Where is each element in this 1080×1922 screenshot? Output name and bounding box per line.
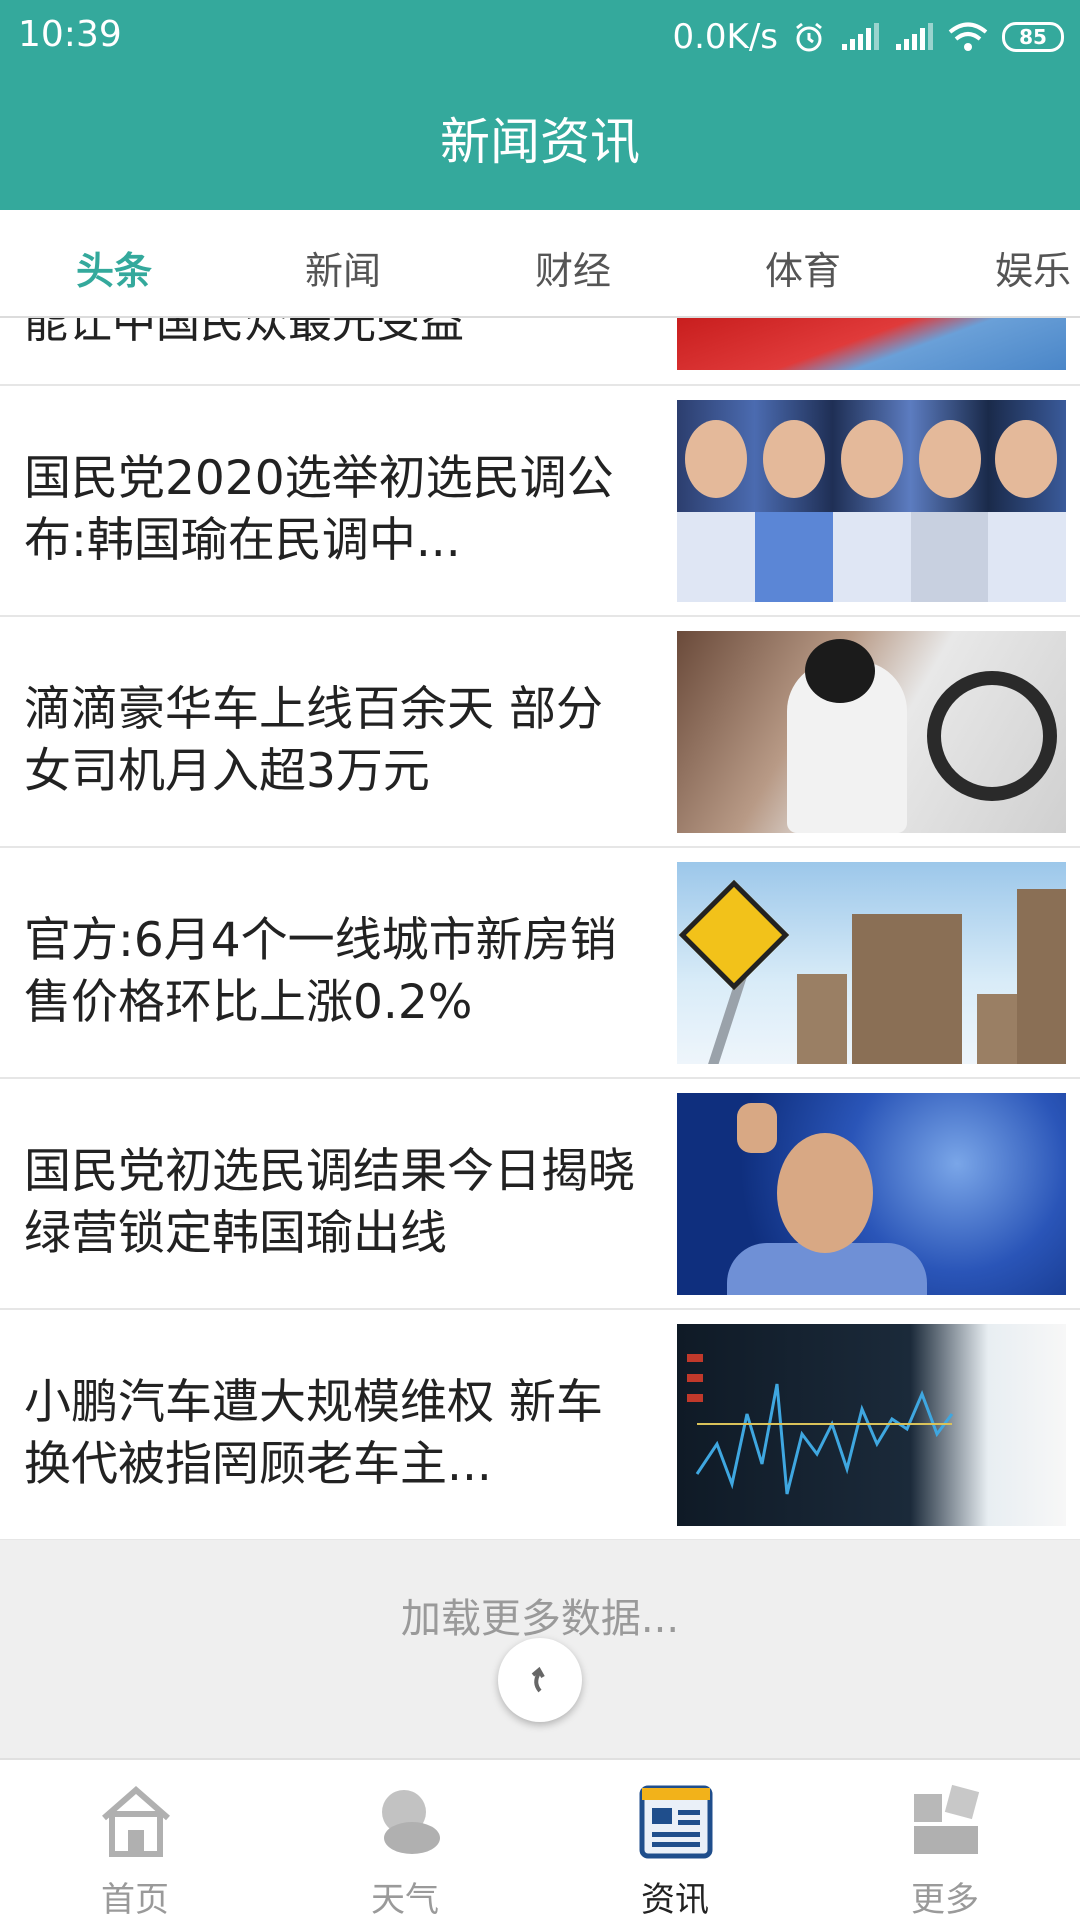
list-item[interactable]: 官方:6月4个一线城市新房销售价格环比上涨0.2% bbox=[0, 848, 1080, 1079]
nav-label: 更多 bbox=[911, 1880, 979, 1920]
page-title: 新闻资讯 bbox=[440, 113, 640, 171]
bottom-navigation: 首页 天气 资讯 更多 bbox=[0, 1758, 1080, 1920]
tab-sports[interactable]: 体育 bbox=[765, 240, 841, 295]
news-icon bbox=[639, 1785, 713, 1859]
list-item[interactable]: 国民党初选民调结果今日揭晓 绿营锁定韩国瑜出线 bbox=[0, 1079, 1080, 1310]
refresh-icon bbox=[531, 1666, 545, 1693]
news-title: 官方:6月4个一线城市新房销售价格环比上涨0.2% bbox=[24, 913, 617, 1030]
nav-label: 首页 bbox=[101, 1880, 169, 1920]
status-time: 10:39 bbox=[18, 14, 122, 55]
nav-home[interactable]: 首页 bbox=[0, 1760, 270, 1922]
news-title: 国民党初选民调结果今日揭晓 绿营锁定韩国瑜出线 bbox=[24, 1144, 635, 1261]
network-speed: 0.0K/s bbox=[672, 17, 778, 57]
signal-icon bbox=[842, 23, 879, 50]
wifi-icon bbox=[948, 22, 988, 51]
tab-entertainment[interactable]: 娱乐 bbox=[995, 240, 1071, 295]
news-thumbnail bbox=[677, 862, 1066, 1064]
news-thumbnail bbox=[677, 1324, 1066, 1526]
nav-more[interactable]: 更多 bbox=[810, 1760, 1080, 1922]
news-title: 滴滴豪华车上线百余天 部分女司机月入超3万元 bbox=[24, 682, 603, 799]
category-tabs: 头条 新闻 财经 体育 娱乐 bbox=[0, 210, 1080, 318]
battery-level: 85 bbox=[1019, 25, 1047, 49]
news-title: 国民党2020选举初选民调公布:韩国瑜在民调中... bbox=[24, 451, 614, 568]
news-list[interactable]: 能让中国民众最光受益 国民党2020选举初选民调公布:韩国瑜在民调中... 滴滴… bbox=[0, 318, 1080, 1540]
tab-headlines[interactable]: 头条 bbox=[76, 240, 152, 295]
load-more-area[interactable]: 加载更多数据... bbox=[0, 1540, 1080, 1758]
more-icon bbox=[914, 1784, 980, 1854]
news-thumbnail bbox=[677, 1093, 1066, 1295]
battery-icon: 85 bbox=[1002, 22, 1064, 52]
home-icon bbox=[102, 1786, 170, 1857]
list-item[interactable]: 国民党2020选举初选民调公布:韩国瑜在民调中... bbox=[0, 386, 1080, 617]
load-more-text: 加载更多数据... bbox=[400, 1596, 680, 1642]
news-title: 能让中国民众最光受益 bbox=[24, 318, 464, 348]
alarm-icon bbox=[796, 22, 822, 52]
status-icons: 0.0K/s 85 bbox=[672, 12, 1064, 62]
news-thumbnail bbox=[677, 631, 1066, 833]
list-item[interactable]: 滴滴豪华车上线百余天 部分女司机月入超3万元 bbox=[0, 617, 1080, 848]
nav-label: 天气 bbox=[371, 1880, 439, 1920]
signal-icon bbox=[896, 23, 933, 50]
news-thumbnail bbox=[677, 318, 1066, 370]
status-bar: 10:39 0.0K/s 85 bbox=[0, 0, 1080, 76]
tab-news[interactable]: 新闻 bbox=[305, 240, 381, 295]
nav-news[interactable]: 资讯 bbox=[540, 1760, 810, 1922]
list-item[interactable]: 能让中国民众最光受益 bbox=[0, 318, 1080, 386]
nav-label: 资讯 bbox=[641, 1880, 709, 1920]
weather-icon bbox=[382, 1790, 440, 1854]
refresh-button[interactable] bbox=[498, 1638, 582, 1722]
nav-weather[interactable]: 天气 bbox=[270, 1760, 540, 1922]
news-thumbnail bbox=[677, 400, 1066, 602]
news-title: 小鹏汽车遭大规模维权 新车换代被指罔顾老车主... bbox=[24, 1375, 603, 1492]
app-header: 10:39 0.0K/s 85 新闻资讯 bbox=[0, 0, 1080, 210]
tab-finance[interactable]: 财经 bbox=[535, 240, 611, 295]
list-item[interactable]: 小鹏汽车遭大规模维权 新车换代被指罔顾老车主... bbox=[0, 1310, 1080, 1540]
